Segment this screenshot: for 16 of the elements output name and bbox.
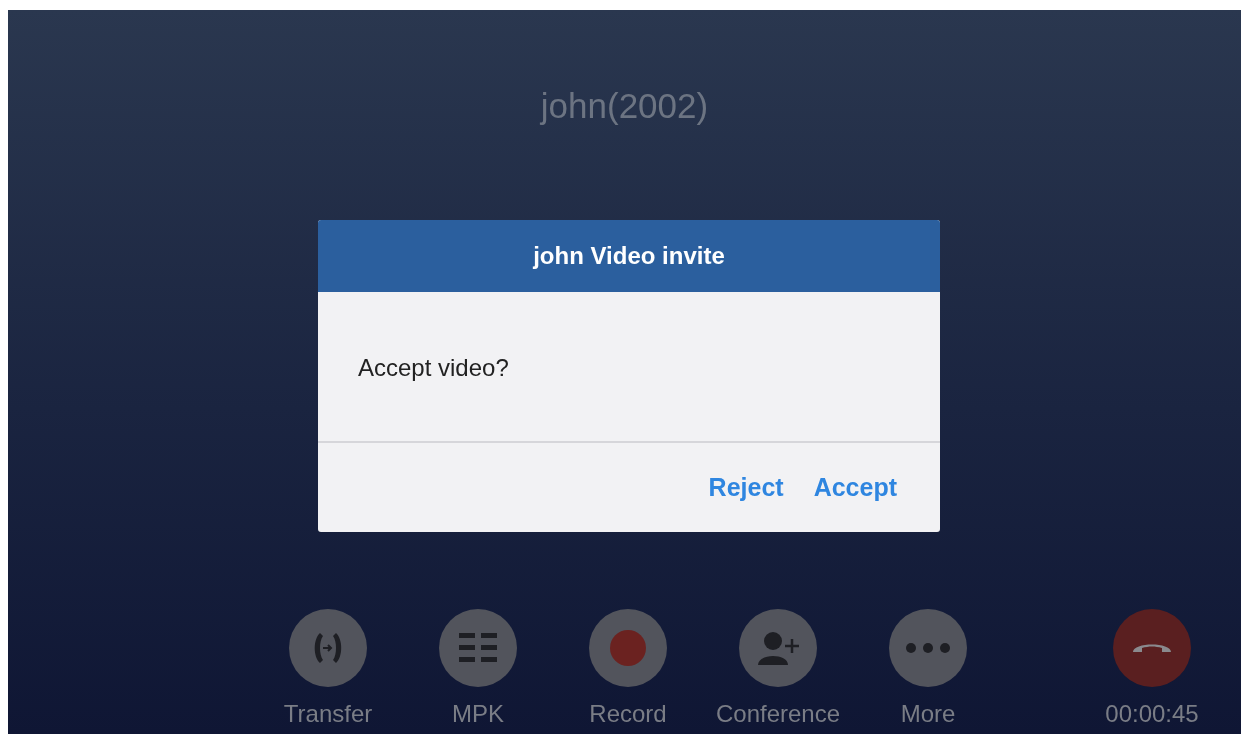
grid-icon xyxy=(459,633,497,663)
action-label: MPK xyxy=(452,700,504,728)
action-label: Record xyxy=(589,700,667,728)
action-label: More xyxy=(900,700,956,728)
call-timer: 00:00:45 xyxy=(1105,700,1199,728)
dialog-title: john Video invite xyxy=(533,242,725,270)
dialog-message: Accept video? xyxy=(358,353,509,382)
caller-name: john(2002) xyxy=(540,86,709,126)
dialog-button[interactable]: Accept xyxy=(808,467,902,508)
dialog-button[interactable]: Reject xyxy=(703,467,789,508)
hang-up-icon xyxy=(1131,642,1173,654)
add-person-icon xyxy=(756,631,800,665)
more-icon xyxy=(906,643,950,653)
record-icon xyxy=(610,630,646,666)
action-label: Conference xyxy=(715,700,841,728)
action-label: Transfer xyxy=(283,700,373,728)
